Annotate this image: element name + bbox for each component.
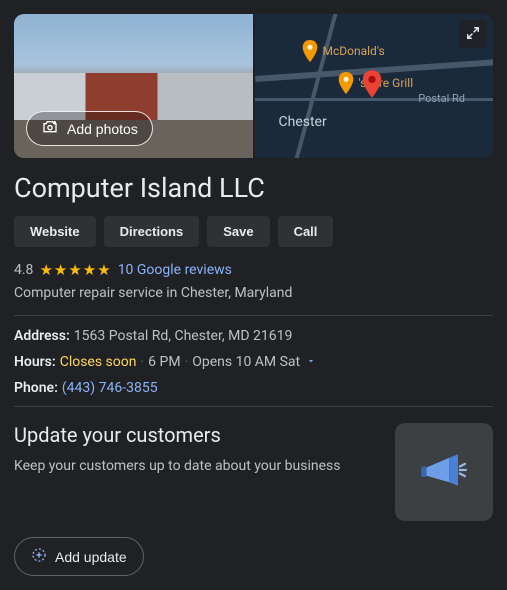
camera-add-icon (41, 119, 59, 138)
location-pin-icon (361, 70, 383, 102)
hours-open-next: Opens 10 AM Sat (192, 354, 300, 370)
address-label: Address: (14, 328, 70, 344)
divider (14, 406, 493, 407)
website-button[interactable]: Website (14, 216, 96, 247)
hours-line[interactable]: Hours: Closes soon · 6 PM · Opens 10 AM … (14, 354, 493, 370)
megaphone-icon (416, 442, 472, 502)
star-icons: ★★★★★ (39, 261, 111, 279)
add-update-icon (31, 547, 47, 566)
address-value: 1563 Postal Rd, Chester, MD 21619 (74, 328, 293, 344)
restaurant-pin-icon (301, 40, 319, 62)
map-road-label: Postal Rd (418, 92, 465, 105)
update-text-block: Update your customers Keep your customer… (14, 423, 381, 521)
address-line: Address: 1563 Postal Rd, Chester, MD 216… (14, 328, 493, 344)
business-description: Computer repair service in Chester, Mary… (14, 285, 493, 301)
restaurant-pin-icon (337, 72, 355, 94)
phone-label: Phone: (14, 380, 58, 396)
chevron-down-icon (306, 354, 316, 370)
save-button[interactable]: Save (207, 216, 269, 247)
update-heading: Update your customers (14, 423, 381, 447)
hours-label: Hours: (14, 354, 56, 370)
separator-dot: · (185, 354, 189, 370)
directions-button[interactable]: Directions (104, 216, 200, 247)
expand-icon (466, 25, 480, 44)
rating-row: 4.8 ★★★★★ 10 Google reviews (14, 261, 493, 279)
map-poi-label: McDonald's (323, 44, 385, 58)
update-customers-section: Update your customers Keep your customer… (14, 423, 493, 521)
media-row: Add photos McDonald's 's Fire Grill (14, 14, 493, 158)
hours-status: Closes soon (60, 354, 137, 370)
rating-value: 4.8 (14, 262, 33, 278)
call-button[interactable]: Call (278, 216, 334, 247)
photo-panel[interactable]: Add photos (14, 14, 253, 158)
phone-line: Phone: (443) 746-3855 (14, 380, 493, 396)
action-row: Website Directions Save Call (14, 216, 493, 247)
map-poi-mcdonalds: McDonald's (301, 40, 385, 62)
add-update-button[interactable]: Add update (14, 537, 144, 576)
add-update-label: Add update (55, 549, 127, 565)
add-photos-button[interactable]: Add photos (26, 111, 153, 146)
separator-dot: · (140, 354, 144, 370)
phone-link[interactable]: (443) 746-3855 (62, 380, 158, 396)
add-photos-label: Add photos (67, 121, 138, 137)
expand-map-button[interactable] (459, 20, 487, 48)
megaphone-illustration (395, 423, 493, 521)
hours-close-time: 6 PM (148, 354, 180, 370)
reviews-link[interactable]: 10 Google reviews (118, 262, 232, 278)
map-city-label: Chester (279, 114, 327, 130)
map-panel[interactable]: McDonald's 's Fire Grill Chester Postal … (255, 14, 494, 158)
business-knowledge-panel: Add photos McDonald's 's Fire Grill (0, 0, 507, 590)
divider (14, 315, 493, 316)
business-name: Computer Island LLC (14, 172, 493, 204)
update-blurb: Keep your customers up to date about you… (14, 457, 381, 477)
